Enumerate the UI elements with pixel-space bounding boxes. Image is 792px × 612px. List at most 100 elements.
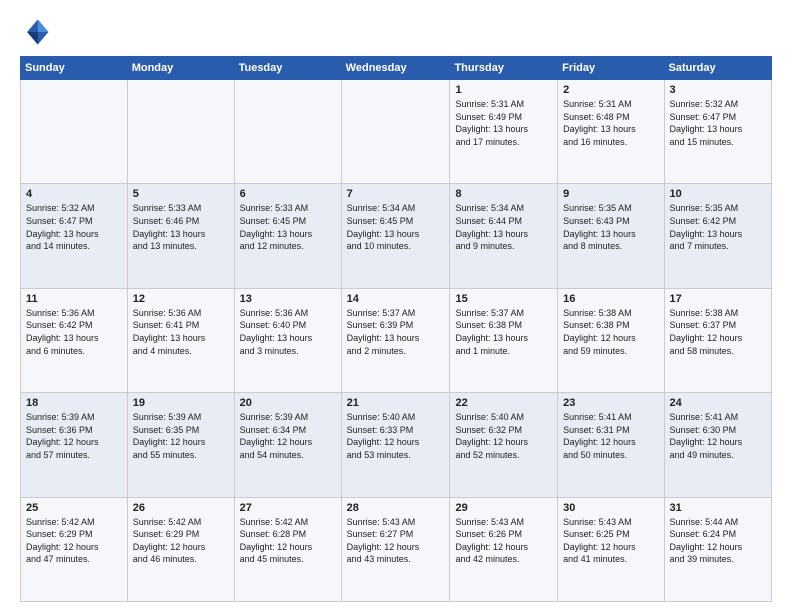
day-number: 10 [670,188,766,200]
week-row-4: 18 Sunrise: 5:39 AM Sunset: 6:36 PM Dayli… [21,393,772,497]
day-number: 9 [563,188,658,200]
calendar-cell: 16 Sunrise: 5:38 AM Sunset: 6:38 PM Dayli… [558,288,664,392]
calendar-cell: 1 Sunrise: 5:31 AM Sunset: 6:49 PM Daylig… [450,80,558,184]
day-info: Sunrise: 5:41 AM Sunset: 6:30 PM Dayligh… [670,411,766,461]
header-day-saturday: Saturday [664,57,771,80]
calendar-cell: 12Sunrise: 5:36 AM Sunset: 6:41 PM Dayli… [127,288,234,392]
day-number: 22 [455,397,552,409]
calendar-cell [127,80,234,184]
day-number: 29 [455,502,552,514]
calendar-cell: 5 Sunrise: 5:33 AM Sunset: 6:46 PM Daylig… [127,184,234,288]
calendar-cell: 14Sunrise: 5:37 AM Sunset: 6:39 PM Dayli… [341,288,450,392]
day-info: Sunrise: 5:36 AM Sunset: 6:40 PM Dayligh… [240,307,336,357]
calendar-cell: 26Sunrise: 5:42 AM Sunset: 6:29 PM Dayli… [127,497,234,601]
day-info: Sunrise: 5:31 AM Sunset: 6:49 PM Dayligh… [455,98,552,148]
header-day-tuesday: Tuesday [234,57,341,80]
day-number: 6 [240,188,336,200]
day-number: 16 [563,293,658,305]
day-info: Sunrise: 5:39 AM Sunset: 6:34 PM Dayligh… [240,411,336,461]
calendar-cell: 20Sunrise: 5:39 AM Sunset: 6:34 PM Dayli… [234,393,341,497]
day-number: 3 [670,84,766,96]
calendar-cell: 17 Sunrise: 5:38 AM Sunset: 6:37 PM Dayli… [664,288,771,392]
day-number: 30 [563,502,658,514]
day-number: 4 [26,188,122,200]
calendar-cell: 30Sunrise: 5:43 AM Sunset: 6:25 PM Dayli… [558,497,664,601]
calendar-cell: 8 Sunrise: 5:34 AM Sunset: 6:44 PM Daylig… [450,184,558,288]
calendar-cell: 15 Sunrise: 5:37 AM Sunset: 6:38 PM Dayli… [450,288,558,392]
day-number: 7 [347,188,445,200]
day-info: Sunrise: 5:34 AM Sunset: 6:45 PM Dayligh… [347,202,445,252]
day-number: 5 [133,188,229,200]
day-info: Sunrise: 5:44 AM Sunset: 6:24 PM Dayligh… [670,516,766,566]
day-number: 18 [26,397,122,409]
calendar-cell: 11 Sunrise: 5:36 AM Sunset: 6:42 PM Dayli… [21,288,128,392]
calendar-cell: 13 Sunrise: 5:36 AM Sunset: 6:40 PM Dayli… [234,288,341,392]
page: SundayMondayTuesdayWednesdayThursdayFrid… [0,0,792,612]
calendar-cell: 6 Sunrise: 5:33 AM Sunset: 6:45 PM Daylig… [234,184,341,288]
day-info: Sunrise: 5:33 AM Sunset: 6:46 PM Dayligh… [133,202,229,252]
week-row-1: 1 Sunrise: 5:31 AM Sunset: 6:49 PM Daylig… [21,80,772,184]
calendar-cell [21,80,128,184]
day-number: 1 [455,84,552,96]
week-row-3: 11 Sunrise: 5:36 AM Sunset: 6:42 PM Dayli… [21,288,772,392]
header-row: SundayMondayTuesdayWednesdayThursdayFrid… [21,57,772,80]
day-number: 8 [455,188,552,200]
day-info: Sunrise: 5:40 AM Sunset: 6:33 PM Dayligh… [347,411,445,461]
day-number: 17 [670,293,766,305]
calendar-cell: 7 Sunrise: 5:34 AM Sunset: 6:45 PM Daylig… [341,184,450,288]
calendar-cell: 3 Sunrise: 5:32 AM Sunset: 6:47 PM Daylig… [664,80,771,184]
day-number: 31 [670,502,766,514]
day-number: 21 [347,397,445,409]
day-number: 25 [26,502,122,514]
calendar: SundayMondayTuesdayWednesdayThursdayFrid… [20,56,772,602]
day-info: Sunrise: 5:41 AM Sunset: 6:31 PM Dayligh… [563,411,658,461]
day-info: Sunrise: 5:42 AM Sunset: 6:29 PM Dayligh… [133,516,229,566]
header-day-wednesday: Wednesday [341,57,450,80]
header-day-monday: Monday [127,57,234,80]
day-info: Sunrise: 5:33 AM Sunset: 6:45 PM Dayligh… [240,202,336,252]
day-info: Sunrise: 5:42 AM Sunset: 6:29 PM Dayligh… [26,516,122,566]
calendar-table: SundayMondayTuesdayWednesdayThursdayFrid… [20,56,772,602]
calendar-cell: 19 Sunrise: 5:39 AM Sunset: 6:35 PM Dayli… [127,393,234,497]
calendar-cell: 31 Sunrise: 5:44 AM Sunset: 6:24 PM Dayli… [664,497,771,601]
calendar-cell: 27 Sunrise: 5:42 AM Sunset: 6:28 PM Dayli… [234,497,341,601]
day-info: Sunrise: 5:35 AM Sunset: 6:43 PM Dayligh… [563,202,658,252]
day-number: 13 [240,293,336,305]
day-info: Sunrise: 5:35 AM Sunset: 6:42 PM Dayligh… [670,202,766,252]
calendar-cell: 25 Sunrise: 5:42 AM Sunset: 6:29 PM Dayli… [21,497,128,601]
day-number: 2 [563,84,658,96]
logo [20,16,56,48]
day-info: Sunrise: 5:32 AM Sunset: 6:47 PM Dayligh… [670,98,766,148]
header-day-thursday: Thursday [450,57,558,80]
day-info: Sunrise: 5:38 AM Sunset: 6:38 PM Dayligh… [563,307,658,357]
day-info: Sunrise: 5:43 AM Sunset: 6:27 PM Dayligh… [347,516,445,566]
calendar-cell [234,80,341,184]
day-number: 11 [26,293,122,305]
day-info: Sunrise: 5:38 AM Sunset: 6:37 PM Dayligh… [670,307,766,357]
day-info: Sunrise: 5:34 AM Sunset: 6:44 PM Dayligh… [455,202,552,252]
day-number: 14 [347,293,445,305]
day-info: Sunrise: 5:43 AM Sunset: 6:26 PM Dayligh… [455,516,552,566]
day-info: Sunrise: 5:32 AM Sunset: 6:47 PM Dayligh… [26,202,122,252]
header-day-friday: Friday [558,57,664,80]
day-info: Sunrise: 5:37 AM Sunset: 6:38 PM Dayligh… [455,307,552,357]
calendar-cell: 24 Sunrise: 5:41 AM Sunset: 6:30 PM Dayli… [664,393,771,497]
header-day-sunday: Sunday [21,57,128,80]
day-info: Sunrise: 5:39 AM Sunset: 6:36 PM Dayligh… [26,411,122,461]
calendar-cell: 23Sunrise: 5:41 AM Sunset: 6:31 PM Dayli… [558,393,664,497]
calendar-cell: 18 Sunrise: 5:39 AM Sunset: 6:36 PM Dayli… [21,393,128,497]
calendar-cell: 10 Sunrise: 5:35 AM Sunset: 6:42 PM Dayli… [664,184,771,288]
calendar-cell: 29 Sunrise: 5:43 AM Sunset: 6:26 PM Dayli… [450,497,558,601]
day-number: 15 [455,293,552,305]
day-info: Sunrise: 5:36 AM Sunset: 6:42 PM Dayligh… [26,307,122,357]
day-info: Sunrise: 5:40 AM Sunset: 6:32 PM Dayligh… [455,411,552,461]
day-info: Sunrise: 5:39 AM Sunset: 6:35 PM Dayligh… [133,411,229,461]
day-info: Sunrise: 5:42 AM Sunset: 6:28 PM Dayligh… [240,516,336,566]
header [20,16,772,48]
calendar-cell [341,80,450,184]
week-row-5: 25 Sunrise: 5:42 AM Sunset: 6:29 PM Dayli… [21,497,772,601]
calendar-cell: 21 Sunrise: 5:40 AM Sunset: 6:33 PM Dayli… [341,393,450,497]
day-number: 24 [670,397,766,409]
day-number: 19 [133,397,229,409]
day-number: 27 [240,502,336,514]
